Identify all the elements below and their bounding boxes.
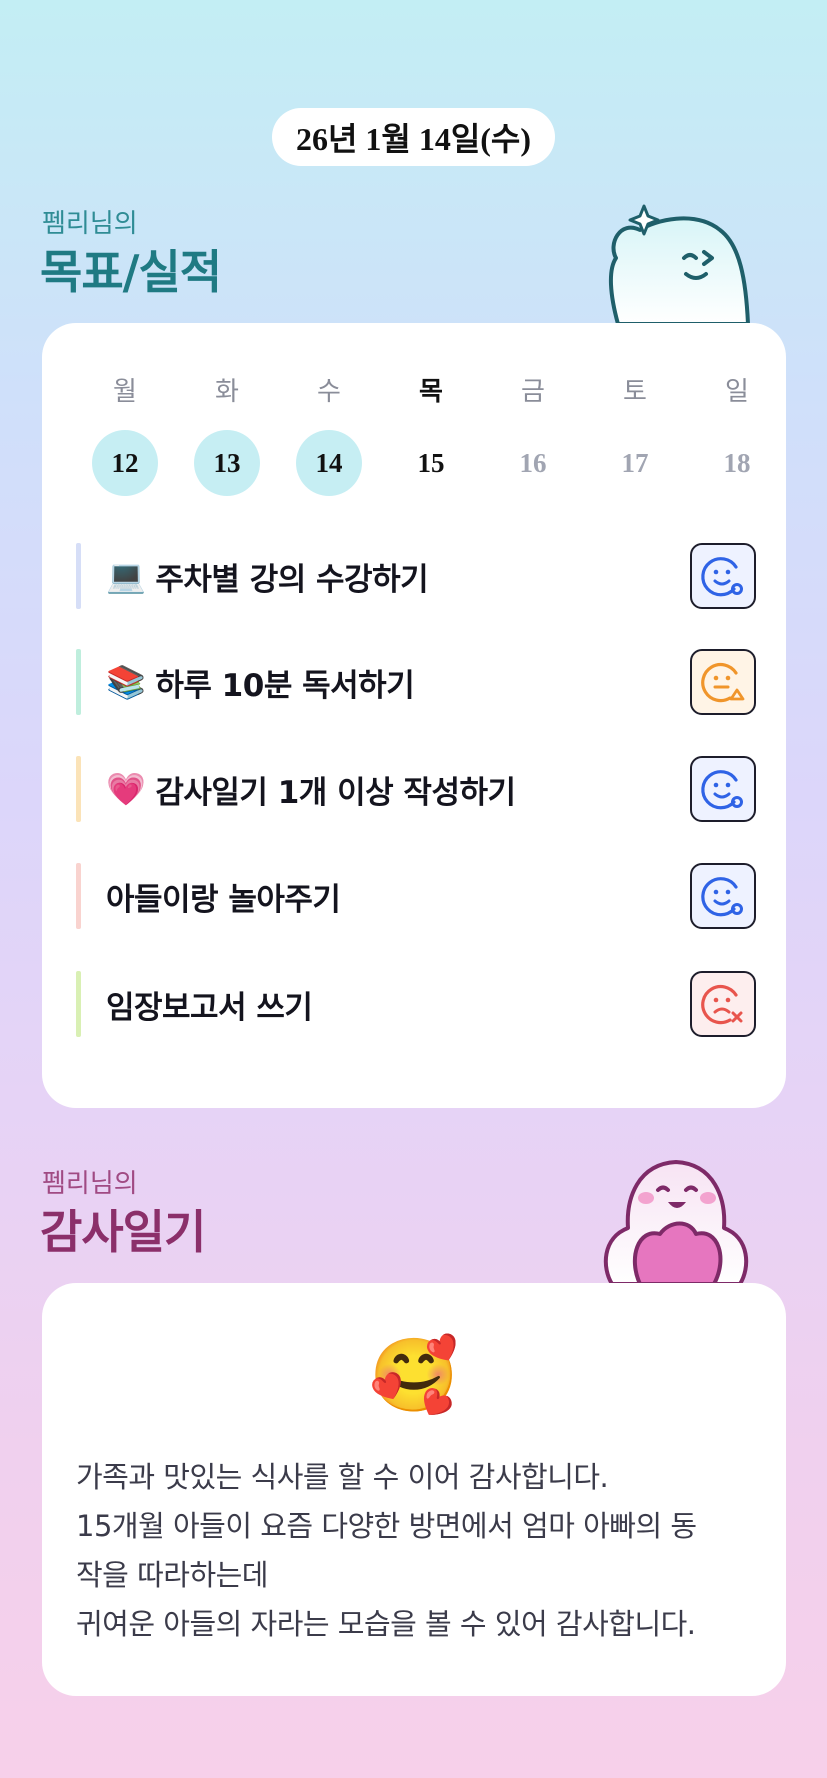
smile-face-icon bbox=[701, 770, 743, 810]
status-failed-button[interactable] bbox=[690, 971, 756, 1037]
laptop-icon: 💻 bbox=[106, 557, 146, 595]
diary-title: 감사일기 bbox=[40, 1205, 206, 1259]
goals-owner-label: 펨리님의 bbox=[42, 209, 138, 239]
goal-item[interactable]: 📚 하루 10분 독서하기 bbox=[76, 649, 756, 715]
neutral-face-icon bbox=[701, 662, 745, 703]
date-pill[interactable]: 26년 1월 14일(수) bbox=[272, 108, 555, 166]
goal-color-bar bbox=[76, 649, 81, 715]
goals-title: 목표/실적 bbox=[40, 245, 222, 299]
date-number[interactable]: 18 bbox=[704, 430, 770, 496]
weekday-label: 화 bbox=[215, 377, 239, 407]
goal-text: 임장보고서 쓰기 bbox=[106, 989, 313, 1026]
diary-owner-label: 펨리님의 bbox=[42, 1169, 138, 1199]
goal-text: 주차별 강의 수강하기 bbox=[155, 561, 429, 598]
smile-face-icon bbox=[701, 877, 743, 917]
goal-label-row: 💻 주차별 강의 수강하기 bbox=[106, 543, 429, 609]
mascot-heart-illustration bbox=[603, 1160, 749, 1284]
goal-label-row: 📚 하루 10분 독서하기 bbox=[106, 649, 415, 715]
goal-color-bar bbox=[76, 971, 81, 1037]
sad-face-icon bbox=[701, 984, 743, 1025]
date-number[interactable]: 16 bbox=[500, 430, 566, 496]
date-number-completed[interactable]: 14 bbox=[296, 430, 362, 496]
diary-body: 가족과 맛있는 식사를 할 수 이어 감사합니다. 15개월 아들이 요즘 다양… bbox=[76, 1453, 756, 1649]
heart-icon: 💗 bbox=[106, 770, 146, 808]
goals-card: 월 화 수 목 금 토 일 12 13 14 15 16 17 18 💻 주차별… bbox=[42, 323, 786, 1108]
goal-label-row: 💗 감사일기 1개 이상 작성하기 bbox=[106, 756, 516, 822]
goal-item[interactable]: 임장보고서 쓰기 bbox=[76, 971, 756, 1037]
smiling-face-with-hearts-icon: 🥰 bbox=[369, 1333, 459, 1417]
goal-text: 감사일기 1개 이상 작성하기 bbox=[155, 774, 516, 811]
goal-color-bar bbox=[76, 543, 81, 609]
weekday-label: 금 bbox=[521, 377, 545, 407]
weekday-label: 월 bbox=[113, 377, 137, 407]
goal-label-row: 아들이랑 놀아주기 bbox=[106, 863, 341, 929]
weekday-label: 일 bbox=[725, 377, 749, 407]
weekday-header-row: 월 화 수 목 금 토 일 bbox=[74, 371, 790, 411]
weekday-label: 수 bbox=[317, 377, 341, 407]
diary-line: 15개월 아들이 요즘 다양한 방면에서 엄마 아빠의 동 bbox=[76, 1509, 697, 1543]
goal-color-bar bbox=[76, 863, 81, 929]
date-number-row: 12 13 14 15 16 17 18 bbox=[74, 430, 790, 496]
diary-line: 귀여운 아들의 자라는 모습을 볼 수 있어 감사합니다. bbox=[76, 1607, 696, 1641]
goal-item[interactable]: 💗 감사일기 1개 이상 작성하기 bbox=[76, 756, 756, 822]
goal-label-row: 임장보고서 쓰기 bbox=[106, 971, 313, 1037]
status-done-button[interactable] bbox=[690, 543, 756, 609]
diary-line: 가족과 맛있는 식사를 할 수 이어 감사합니다. bbox=[76, 1460, 609, 1494]
goal-item[interactable]: 💻 주차별 강의 수강하기 bbox=[76, 543, 756, 609]
status-done-button[interactable] bbox=[690, 863, 756, 929]
date-number-today[interactable]: 15 bbox=[398, 430, 464, 496]
books-icon: 📚 bbox=[106, 663, 146, 701]
goal-text: 아들이랑 놀아주기 bbox=[106, 881, 341, 918]
status-partial-button[interactable] bbox=[690, 649, 756, 715]
goal-text: 하루 10분 독서하기 bbox=[155, 667, 415, 704]
status-done-button[interactable] bbox=[690, 756, 756, 822]
weekday-label-today: 목 bbox=[419, 377, 443, 407]
diary-line: 작을 따라하는데 bbox=[76, 1558, 268, 1592]
date-number[interactable]: 17 bbox=[602, 430, 668, 496]
smile-face-icon bbox=[701, 557, 743, 597]
weekday-label: 토 bbox=[623, 377, 647, 407]
diary-card: 🥰 가족과 맛있는 식사를 할 수 이어 감사합니다. 15개월 아들이 요즘 … bbox=[42, 1283, 786, 1696]
date-number-completed[interactable]: 13 bbox=[194, 430, 260, 496]
mascot-cheer-illustration bbox=[608, 204, 750, 324]
goal-color-bar bbox=[76, 756, 81, 822]
goal-item[interactable]: 아들이랑 놀아주기 bbox=[76, 863, 756, 929]
date-number-completed[interactable]: 12 bbox=[92, 430, 158, 496]
